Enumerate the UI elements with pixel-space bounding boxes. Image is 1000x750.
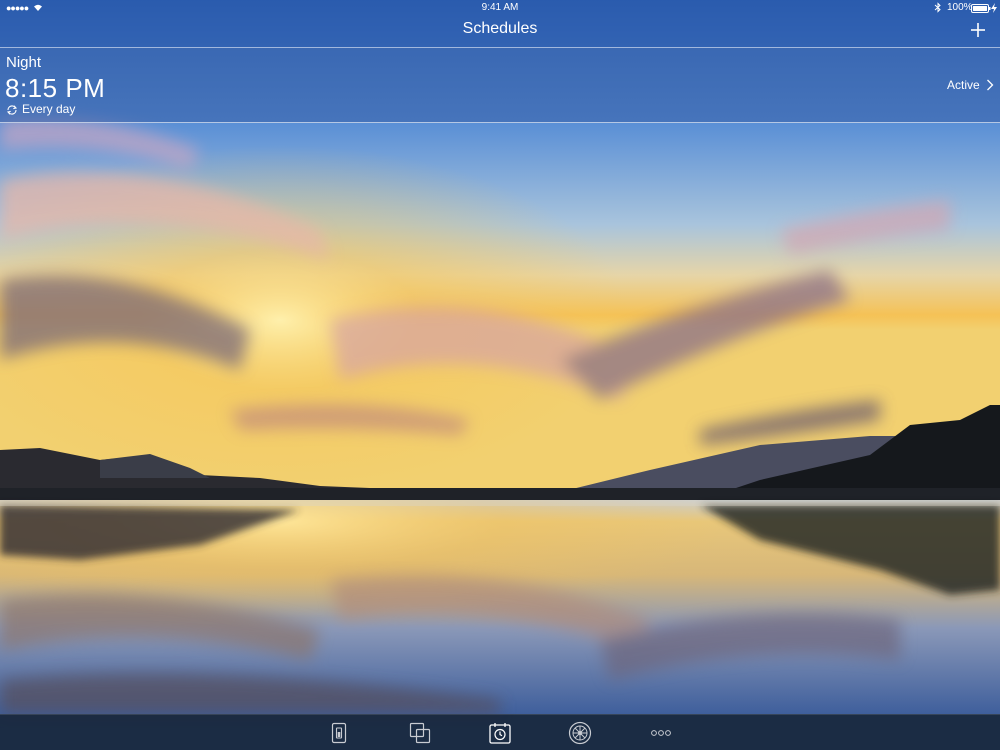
charging-icon [991,3,997,13]
schedules-icon[interactable] [487,720,513,746]
tab-bar [0,714,1000,750]
device-icon[interactable] [326,720,352,746]
bluetooth-icon [934,2,941,13]
battery-icon [971,4,991,13]
schedule-repeat-label: Every day [22,102,76,116]
chevron-right-icon [987,79,994,91]
plus-icon[interactable] [967,19,989,41]
repeat-icon [6,105,18,115]
page-title: Schedules [462,20,538,37]
schedule-name: Night [6,54,42,71]
scenes-icon[interactable] [407,720,433,746]
more-icon[interactable] [648,720,674,746]
schedule-time: 8:15 PM [5,73,106,103]
status-bar: ●●●●● 9:41 AM 100% [0,0,1000,16]
status-time: 9:41 AM [481,2,519,13]
screen: Schedules ●●●●● 9:41 AM 100% Night 8:15 … [0,0,1000,750]
schedule-status: Active [947,78,980,92]
automation-icon[interactable] [567,720,593,746]
battery-percent: 100% [947,2,973,13]
schedule-row[interactable]: Night 8:15 PM Every day Active [0,48,1000,123]
